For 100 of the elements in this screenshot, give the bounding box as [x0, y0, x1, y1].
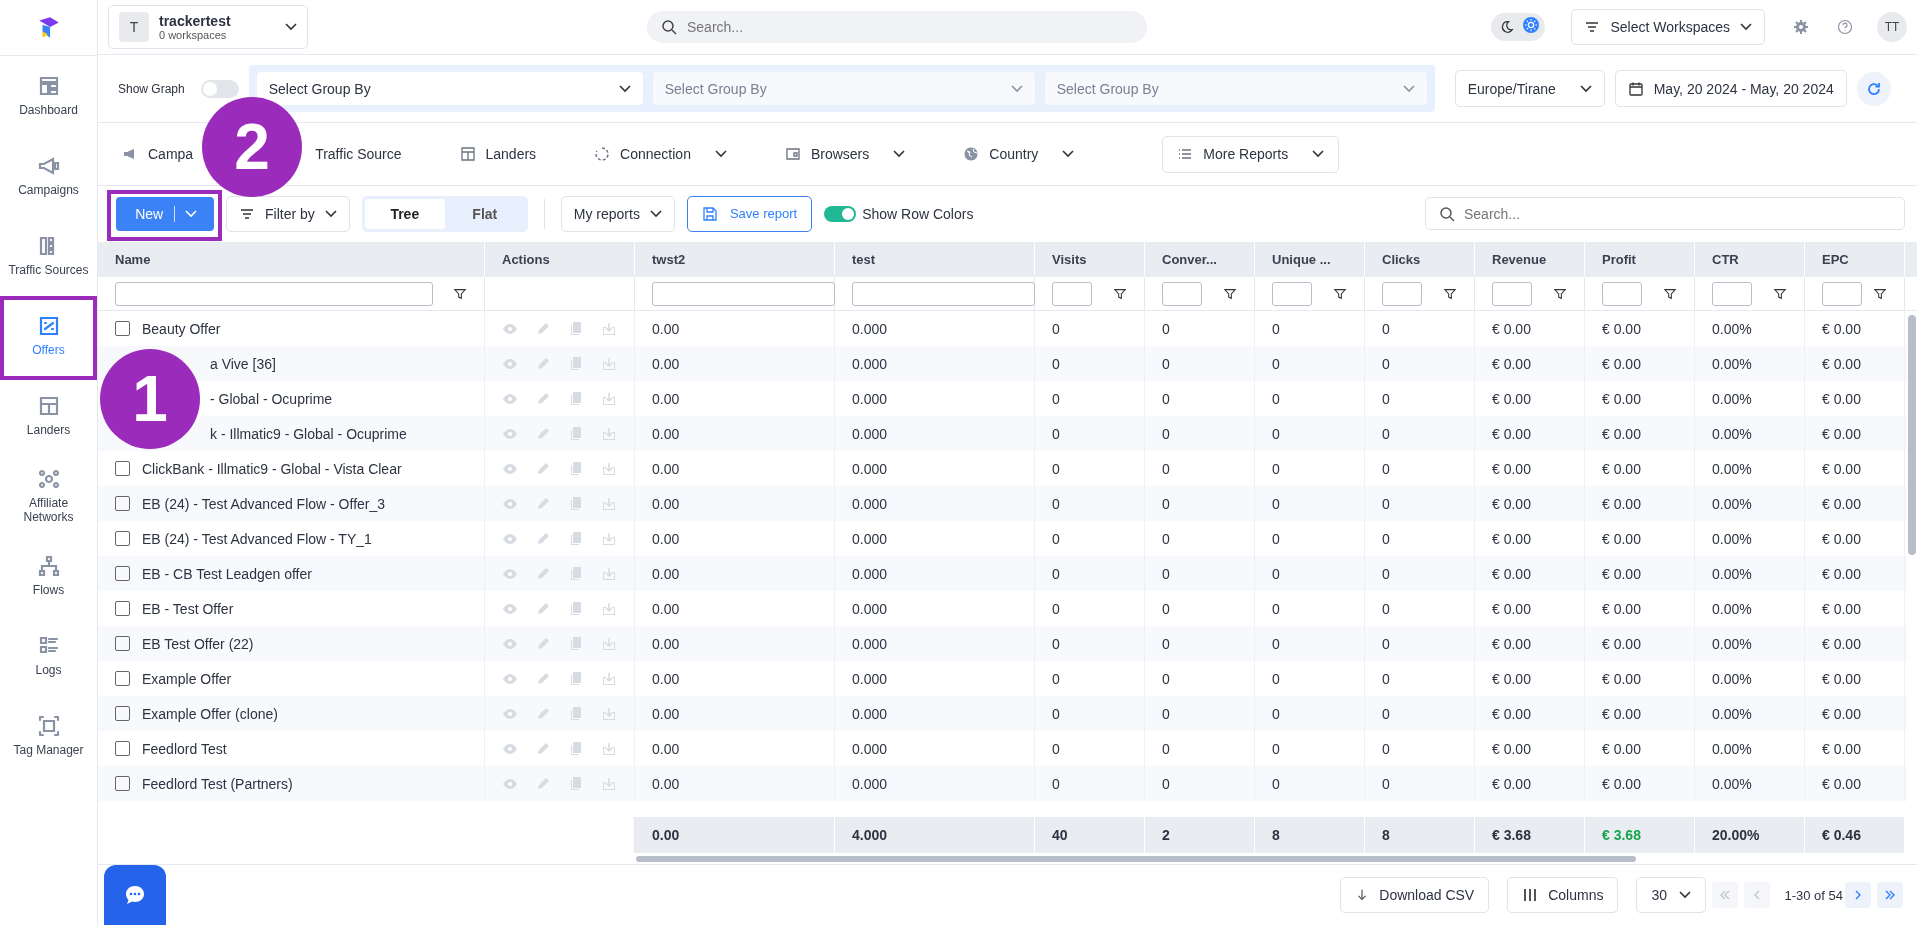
download-icon[interactable] [601, 600, 617, 617]
edit-icon[interactable] [535, 460, 551, 477]
column-header[interactable]: Actions [502, 252, 550, 267]
column-header[interactable]: test [852, 252, 876, 267]
sidebar-item[interactable]: Campaigns [0, 136, 97, 216]
sidebar-item[interactable]: Traffic Sources [0, 216, 97, 296]
edit-icon[interactable] [535, 390, 551, 407]
next-page-button[interactable] [1845, 882, 1871, 908]
download-icon[interactable] [601, 635, 617, 652]
chat-button[interactable] [104, 865, 166, 925]
offer-name[interactable]: Feedlord Test [142, 740, 227, 757]
report-tab[interactable]: Landers [459, 146, 537, 163]
refresh-button[interactable] [1856, 71, 1891, 106]
download-icon[interactable] [601, 425, 617, 442]
column-header[interactable]: Visits [1052, 252, 1087, 267]
column-filter-field[interactable] [652, 281, 835, 306]
filter-icon[interactable] [1663, 286, 1677, 301]
copy-icon[interactable] [568, 425, 584, 442]
edit-icon[interactable] [535, 425, 551, 442]
offer-name[interactable]: Feedlord Test (Partners) [142, 775, 293, 792]
download-icon[interactable] [601, 320, 617, 337]
column-filter-field[interactable] [1492, 281, 1532, 306]
view-mode-tab[interactable]: Tree [364, 198, 445, 229]
sidebar-item[interactable]: Tag Manager [0, 696, 97, 776]
column-header[interactable]: Unique ... [1272, 252, 1331, 267]
copy-icon[interactable] [568, 460, 584, 477]
column-filter-field[interactable] [1602, 281, 1642, 306]
column-header[interactable]: Revenue [1492, 252, 1547, 267]
table-search-field[interactable]: Search... [1425, 197, 1905, 231]
filter-icon[interactable] [1333, 286, 1347, 301]
report-tab[interactable]: Connection [594, 146, 727, 163]
column-filter-field[interactable] [1382, 281, 1422, 306]
column-filter-field[interactable] [1272, 281, 1312, 306]
copy-icon[interactable] [568, 740, 584, 757]
edit-icon[interactable] [535, 530, 551, 547]
download-icon[interactable] [601, 740, 617, 757]
report-tab[interactable]: Browsers [784, 146, 906, 163]
row-checkbox[interactable] [115, 671, 130, 686]
filter-icon[interactable] [1553, 286, 1567, 301]
row-checkbox[interactable] [115, 706, 130, 721]
edit-icon[interactable] [535, 670, 551, 687]
workspace-selector[interactable]: T trackertest 0 workspaces [108, 5, 308, 50]
row-checkbox[interactable] [115, 636, 130, 651]
filter-icon[interactable] [1873, 286, 1887, 301]
edit-icon[interactable] [535, 495, 551, 512]
column-header[interactable]: Profit [1602, 252, 1636, 267]
sidebar-item[interactable]: Landers [0, 376, 97, 456]
edit-icon[interactable] [535, 355, 551, 372]
offer-name[interactable]: k - Illmatic9 - Global - Ocuprime [210, 425, 407, 442]
save-report-button[interactable]: Save report [686, 195, 813, 232]
group-by-select[interactable]: Select Group By [1044, 72, 1427, 106]
offer-name[interactable]: ClickBank - Illmatic9 - Global - Vista Clear [142, 460, 402, 477]
row-checkbox[interactable] [115, 461, 130, 476]
search-field[interactable]: Search... [647, 11, 1147, 44]
column-header[interactable]: EPC [1822, 252, 1849, 267]
offer-name[interactable]: a Vive [36] [210, 355, 276, 372]
copy-icon[interactable] [568, 705, 584, 722]
row-checkbox[interactable] [115, 566, 130, 581]
sidebar-item[interactable]: Affiliate Networks [0, 456, 97, 536]
column-filter-field[interactable] [115, 281, 433, 306]
report-tab[interactable]: Traffic Source [315, 146, 402, 163]
filter-icon[interactable] [1443, 286, 1457, 301]
copy-icon[interactable] [568, 530, 584, 547]
column-header[interactable]: Clicks [1382, 252, 1421, 267]
row-checkbox[interactable] [115, 601, 130, 616]
edit-icon[interactable] [535, 740, 551, 757]
offer-name[interactable]: EB - Test Offer [142, 600, 234, 617]
row-checkbox[interactable] [115, 321, 130, 336]
group-by-select[interactable]: Select Group By [256, 72, 643, 106]
scrollbar[interactable] [636, 856, 1636, 862]
view-mode-tab[interactable]: Flat [444, 198, 525, 229]
edit-icon[interactable] [535, 565, 551, 582]
last-page-button[interactable] [1877, 882, 1903, 908]
download-icon[interactable] [601, 775, 617, 792]
timezone-select[interactable]: Europe/Tirane [1454, 70, 1605, 108]
show-graph-toggle[interactable] [200, 79, 239, 98]
download-icon[interactable] [601, 705, 617, 722]
sidebar-item[interactable]: Offers [0, 296, 97, 376]
filter-icon[interactable] [1113, 286, 1127, 301]
new-button[interactable]: New [116, 196, 214, 231]
copy-icon[interactable] [568, 600, 584, 617]
download-icon[interactable] [601, 670, 617, 687]
row-checkbox[interactable] [115, 741, 130, 756]
edit-icon[interactable] [535, 635, 551, 652]
column-filter-field[interactable] [852, 281, 1035, 306]
row-colors-toggle[interactable] [824, 205, 857, 222]
download-icon[interactable] [601, 390, 617, 407]
row-checkbox[interactable] [115, 531, 130, 546]
offer-name[interactable]: Example Offer (clone) [142, 705, 278, 722]
report-tab[interactable]: Campa [122, 146, 194, 163]
scrollbar[interactable] [1908, 315, 1916, 555]
download-icon[interactable] [601, 460, 617, 477]
filter-icon[interactable] [1223, 286, 1237, 301]
offer-name[interactable]: EB (24) - Test Advanced Flow - TY_1 [142, 530, 372, 547]
my-reports-dropdown[interactable]: My reports [560, 195, 675, 232]
copy-icon[interactable] [568, 775, 584, 792]
column-header[interactable]: CTR [1712, 252, 1739, 267]
column-filter-field[interactable] [1052, 281, 1092, 306]
filter-button[interactable]: Filter by [226, 195, 350, 232]
copy-icon[interactable] [568, 495, 584, 512]
